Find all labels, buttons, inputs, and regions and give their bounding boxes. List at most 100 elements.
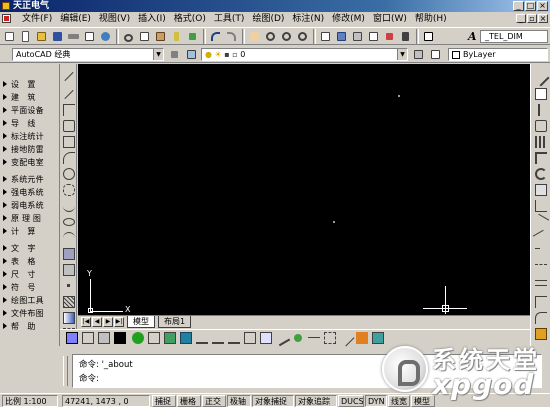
design-center-icon[interactable] [334, 29, 349, 44]
otrack-toggle[interactable]: 对象追踪 [295, 395, 337, 407]
side-item-text[interactable]: 文 字 [0, 242, 60, 255]
side-item-annotation-stats[interactable]: 标注统计 [0, 130, 60, 143]
copy-object-icon[interactable] [535, 88, 547, 100]
close-button[interactable]: × [537, 1, 548, 11]
workspace-select[interactable]: AutoCAD 经典 ▼ [12, 48, 164, 61]
side-item-settings[interactable]: 设 置 [0, 78, 60, 91]
new-file-icon[interactable] [2, 29, 17, 44]
make-block-icon[interactable] [63, 264, 75, 276]
help-icon[interactable] [421, 29, 436, 44]
layer-previous-icon[interactable] [428, 47, 443, 62]
ellipse-icon[interactable] [63, 218, 75, 226]
insert-block-icon[interactable] [63, 248, 75, 260]
match-properties-icon[interactable] [169, 29, 184, 44]
print-icon[interactable] [66, 29, 81, 44]
tz-tool-17-icon[interactable] [324, 332, 336, 344]
app-icon[interactable] [2, 2, 10, 10]
erase-icon[interactable] [532, 69, 550, 87]
tz-tool-14-icon[interactable] [273, 329, 291, 347]
ducs-toggle[interactable]: DUCS [338, 395, 364, 407]
chevron-down-icon[interactable]: ▼ [153, 49, 163, 60]
layer-manager-icon[interactable] [184, 47, 199, 62]
construction-line-icon[interactable] [64, 89, 74, 100]
dyn-toggle[interactable]: DYN [365, 395, 387, 407]
side-item-calculation[interactable]: 计 算 [0, 225, 60, 238]
side-item-symbols[interactable]: 符 号 [0, 281, 60, 294]
undo-icon[interactable] [208, 29, 223, 44]
side-item-system-elements[interactable]: 系统元件 [0, 173, 60, 186]
tz-tool-6-icon[interactable] [148, 332, 160, 344]
osnap-toggle[interactable]: 对象捕捉 [252, 395, 294, 407]
chevron-down-icon[interactable]: ▼ [397, 49, 407, 60]
cut-icon[interactable] [121, 29, 136, 44]
qnew-icon[interactable] [18, 29, 33, 44]
snap-toggle[interactable]: 捕捉 [152, 395, 176, 407]
tz-tool-5-icon[interactable] [132, 332, 144, 344]
break-icon[interactable] [535, 264, 547, 276]
spline-icon[interactable] [63, 200, 75, 212]
trim-icon[interactable] [532, 213, 550, 231]
side-item-help[interactable]: 帮 助 [0, 320, 60, 333]
paste-icon[interactable] [153, 29, 168, 44]
revision-cloud-icon[interactable] [63, 184, 75, 196]
ortho-toggle[interactable]: 正交 [202, 395, 226, 407]
tz-tool-18-icon[interactable] [337, 329, 355, 347]
circle-icon[interactable] [63, 168, 75, 180]
menu-tools[interactable]: 工具(T) [210, 12, 249, 26]
tool-palettes-icon[interactable] [350, 29, 365, 44]
array-icon[interactable] [535, 136, 547, 148]
maximize-button[interactable]: □ [525, 1, 536, 11]
side-item-power-system[interactable]: 强电系统 [0, 186, 60, 199]
block-editor-icon[interactable] [185, 29, 200, 44]
mirror-icon[interactable] [538, 104, 544, 116]
line-icon[interactable] [64, 71, 74, 82]
side-item-dimension[interactable]: 尺 寸 [0, 268, 60, 281]
tz-tool-9-icon[interactable] [196, 332, 208, 344]
tz-tool-11-icon[interactable] [228, 332, 240, 344]
explode-icon[interactable] [535, 328, 547, 340]
side-item-substation[interactable]: 变配电室 [0, 156, 60, 169]
menu-dimension[interactable]: 标注(N) [288, 12, 328, 26]
side-item-drawing-tools[interactable]: 绘图工具 [0, 294, 60, 307]
offset-icon[interactable] [535, 120, 547, 132]
menu-modify[interactable]: 修改(M) [328, 12, 369, 26]
hatch-icon[interactable] [63, 296, 75, 308]
sheet-set-icon[interactable] [366, 29, 381, 44]
polyline-icon[interactable] [63, 104, 75, 116]
copy-icon[interactable] [137, 29, 152, 44]
doc-close-button[interactable]: × [538, 14, 548, 23]
quickcalc-icon[interactable] [398, 29, 413, 44]
lineweight-toggle[interactable]: 线宽 [388, 395, 410, 407]
tz-tool-20-icon[interactable] [372, 332, 384, 344]
tz-tool-15-icon[interactable] [294, 334, 302, 342]
chamfer-icon[interactable] [535, 296, 547, 308]
command-window-grip[interactable] [63, 356, 68, 386]
workspace-settings-icon[interactable] [167, 47, 182, 62]
scale-indicator[interactable]: 比例 1:100 [2, 395, 58, 407]
tz-tool-4-icon[interactable] [114, 332, 126, 344]
pan-icon[interactable] [247, 29, 262, 44]
redo-icon[interactable] [224, 29, 239, 44]
grid-toggle[interactable]: 栅格 [177, 395, 201, 407]
move-icon[interactable] [535, 152, 547, 164]
plot-preview-icon[interactable] [82, 29, 97, 44]
command-history[interactable]: 命令: '_about 命令: [72, 354, 542, 388]
zoom-realtime-icon[interactable] [263, 29, 278, 44]
last-tab-icon[interactable]: ▶| [114, 317, 124, 327]
tz-tool-1-icon[interactable] [66, 332, 78, 344]
rectangle-icon[interactable] [63, 136, 75, 148]
menu-insert[interactable]: 插入(I) [134, 12, 170, 26]
stretch-icon[interactable] [535, 200, 547, 212]
next-tab-icon[interactable]: ▶ [103, 317, 113, 327]
markup-icon[interactable] [382, 29, 397, 44]
tz-tool-3-icon[interactable] [98, 332, 110, 344]
tz-tool-2-icon[interactable] [82, 332, 94, 344]
tz-tool-12-icon[interactable] [244, 332, 256, 344]
drawing-canvas[interactable]: Y X [78, 64, 530, 315]
side-item-wiring[interactable]: 导 线 [0, 117, 60, 130]
extend-icon[interactable] [532, 229, 550, 247]
tab-model[interactable]: 模型 [127, 316, 155, 328]
rotate-icon[interactable] [535, 168, 547, 180]
side-item-grounding[interactable]: 接地防雷 [0, 143, 60, 156]
zoom-previous-icon[interactable] [295, 29, 310, 44]
